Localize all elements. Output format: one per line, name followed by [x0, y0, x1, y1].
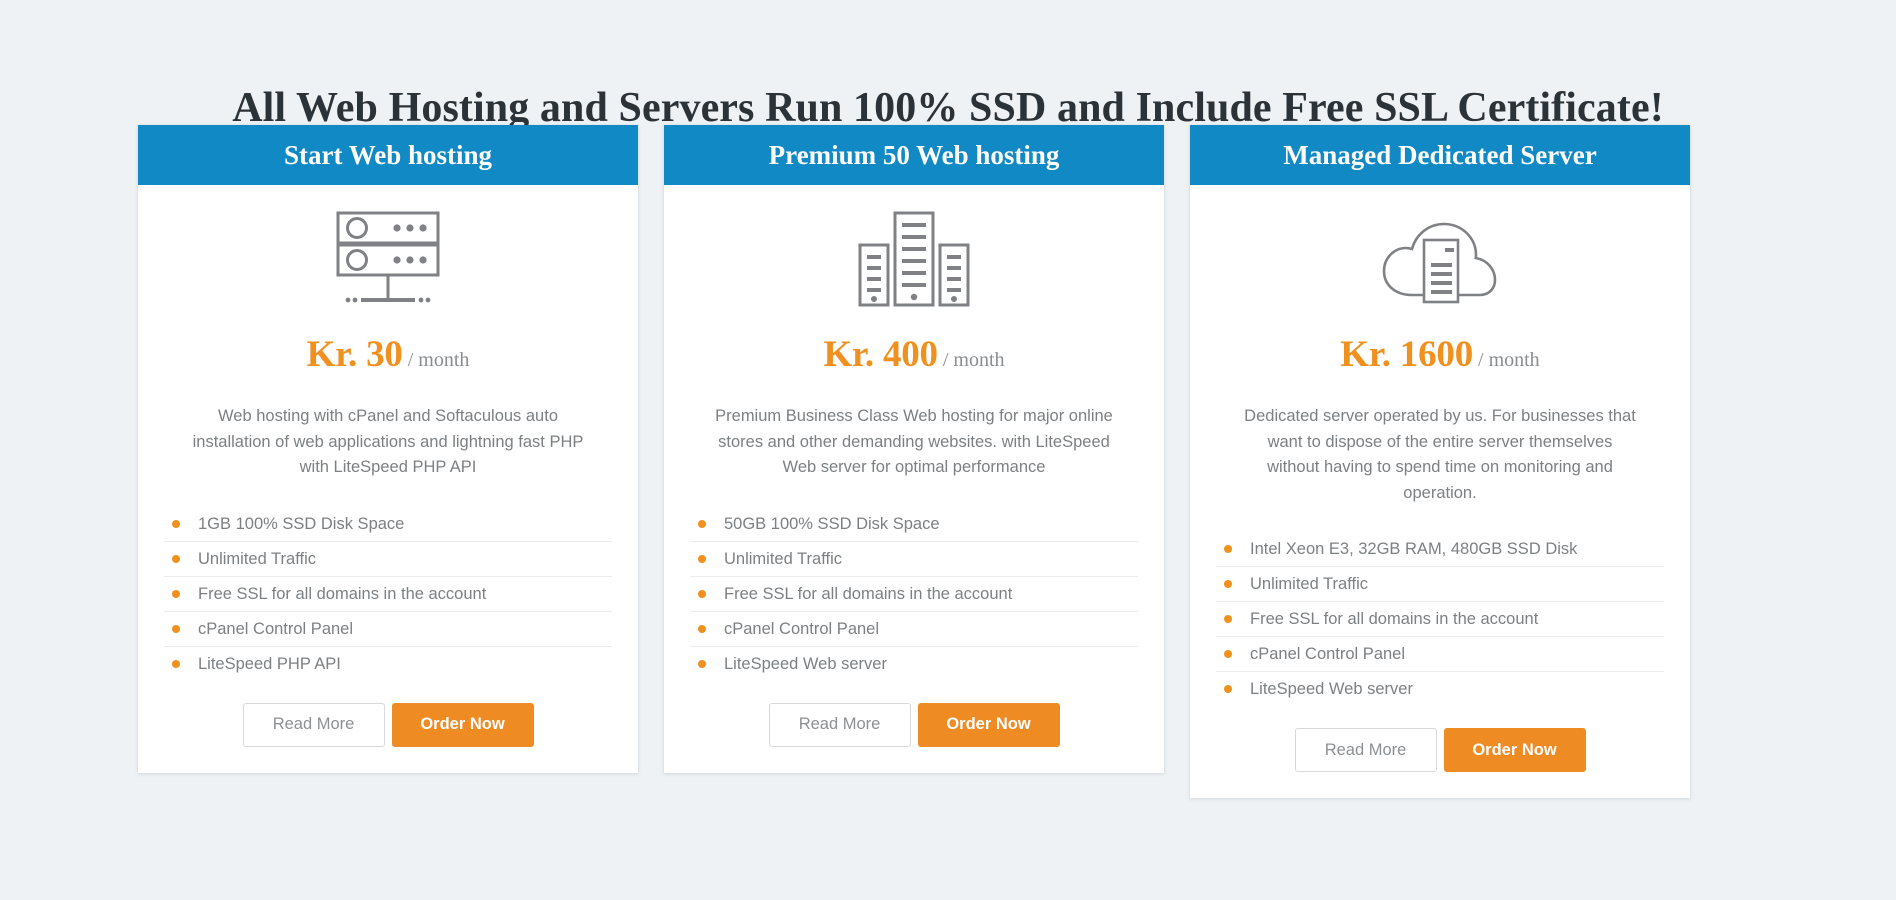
bullet-icon	[1224, 545, 1232, 554]
price-amount: Kr. 30	[306, 334, 403, 375]
bullet-icon	[698, 519, 706, 528]
list-item: cPanel Control Panel	[1216, 637, 1664, 673]
order-now-button[interactable]: Order Now	[917, 702, 1060, 747]
price-period: / month	[942, 349, 1005, 371]
feature-list: 50GB 100% SSD Disk Space Unlimited Traff…	[690, 507, 1138, 681]
bullet-icon	[172, 589, 180, 598]
bullet-icon	[172, 554, 180, 563]
card-description: Premium Business Class Web hosting for m…	[715, 407, 1113, 477]
cloud-server-icon	[1376, 199, 1504, 319]
card-actions: Read More Order Now	[1294, 728, 1586, 773]
feature-label: LiteSpeed Web server	[1250, 680, 1413, 699]
server-towers-icon	[852, 199, 976, 319]
order-now-button[interactable]: Order Now	[1443, 728, 1586, 773]
list-item: 50GB 100% SSD Disk Space	[690, 507, 1138, 542]
list-item: cPanel Control Panel	[690, 612, 1138, 647]
list-item: LiteSpeed Web server	[690, 647, 1138, 681]
list-item: LiteSpeed Web server	[1216, 672, 1664, 706]
card-description: Web hosting with cPanel and Softaculous …	[192, 407, 584, 477]
feature-label: Unlimited Traffic	[1250, 575, 1368, 594]
price: Kr. 400/ month	[823, 333, 1004, 376]
feature-label: 1GB 100% SSD Disk Space	[198, 514, 405, 533]
feature-label: Intel Xeon E3, 32GB RAM, 480GB SSD Disk	[1250, 540, 1578, 559]
list-item: Free SSL for all domains in the account	[690, 577, 1138, 612]
price-period: / month	[407, 349, 470, 371]
card-title: Premium 50 Web hosting	[664, 125, 1164, 185]
price-amount: Kr. 1600	[1340, 334, 1474, 375]
list-item: 1GB 100% SSD Disk Space	[164, 507, 612, 542]
pricing-cards-row: Start Web hosting Kr. 30 / month Web hos…	[138, 125, 1758, 799]
read-more-button[interactable]: Read More	[242, 702, 385, 747]
feature-label: cPanel Control Panel	[1250, 645, 1406, 664]
bullet-icon	[1224, 685, 1232, 694]
feature-label: Free SSL for all domains in the account	[1250, 610, 1539, 629]
bullet-icon	[698, 659, 706, 668]
list-item: Unlimited Traffic	[690, 542, 1138, 577]
server-rack-icon	[325, 199, 451, 319]
read-more-button[interactable]: Read More	[1294, 728, 1437, 773]
price-period: / month	[1478, 349, 1540, 371]
order-now-button[interactable]: Order Now	[391, 702, 534, 747]
feature-label: Free SSL for all domains in the account	[198, 584, 487, 603]
feature-label: cPanel Control Panel	[198, 619, 354, 638]
card-actions: Read More Order Now	[242, 702, 534, 747]
card-body: Kr. 1600/ month Dedicated server operate…	[1190, 185, 1690, 798]
card-actions: Read More Order Now	[768, 702, 1060, 747]
feature-list: Intel Xeon E3, 32GB RAM, 480GB SSD Disk …	[1216, 532, 1664, 706]
feature-label: Unlimited Traffic	[198, 549, 316, 568]
read-more-button[interactable]: Read More	[768, 702, 911, 747]
list-item: Intel Xeon E3, 32GB RAM, 480GB SSD Disk	[1216, 532, 1664, 568]
bullet-icon	[698, 624, 706, 633]
feature-label: LiteSpeed Web server	[724, 654, 887, 673]
card-body: Kr. 30/ month Web hosting with cPanel an…	[138, 185, 638, 773]
card-body: Kr. 400/ month Premium Business Class We…	[664, 185, 1164, 773]
bullet-icon	[172, 659, 180, 668]
list-item: Free SSL for all domains in the account	[1216, 602, 1664, 638]
feature-label: LiteSpeed PHP API	[198, 654, 341, 673]
bullet-icon	[172, 624, 180, 633]
price: Kr. 30/ month	[307, 333, 470, 376]
card-title: Managed Dedicated Server	[1190, 125, 1690, 185]
bullet-icon	[1224, 650, 1232, 659]
list-item: Unlimited Traffic	[1216, 567, 1664, 603]
pricing-card-start-web-hosting: Start Web hosting Kr. 30 / month Web hos…	[138, 125, 638, 773]
list-item: LiteSpeed PHP API	[164, 647, 612, 681]
feature-label: cPanel Control Panel	[724, 619, 880, 638]
price-amount: Kr. 400	[823, 334, 938, 375]
feature-label: 50GB 100% SSD Disk Space	[724, 514, 940, 533]
card-description: Dedicated server operated by us. For bus…	[1244, 407, 1636, 502]
feature-label: Free SSL for all domains in the account	[724, 584, 1013, 603]
bullet-icon	[172, 519, 180, 528]
bullet-icon	[698, 554, 706, 563]
bullet-icon	[1224, 580, 1232, 589]
price: Kr. 1600/ month	[1340, 333, 1539, 376]
bullet-icon	[1224, 615, 1232, 624]
feature-list: 1GB 100% SSD Disk Space Unlimited Traffi…	[164, 507, 612, 681]
pricing-card-premium-50-web-hosting: Premium 50 Web hosting Kr. 400 / month P…	[664, 125, 1164, 773]
list-item: Unlimited Traffic	[164, 542, 612, 577]
list-item: Free SSL for all domains in the account	[164, 577, 612, 612]
card-title: Start Web hosting	[138, 125, 638, 185]
bullet-icon	[698, 589, 706, 598]
feature-label: Unlimited Traffic	[724, 549, 842, 568]
list-item: cPanel Control Panel	[164, 612, 612, 647]
pricing-card-managed-dedicated-server: Managed Dedicated Server Kr. 1600/ month…	[1190, 125, 1690, 799]
